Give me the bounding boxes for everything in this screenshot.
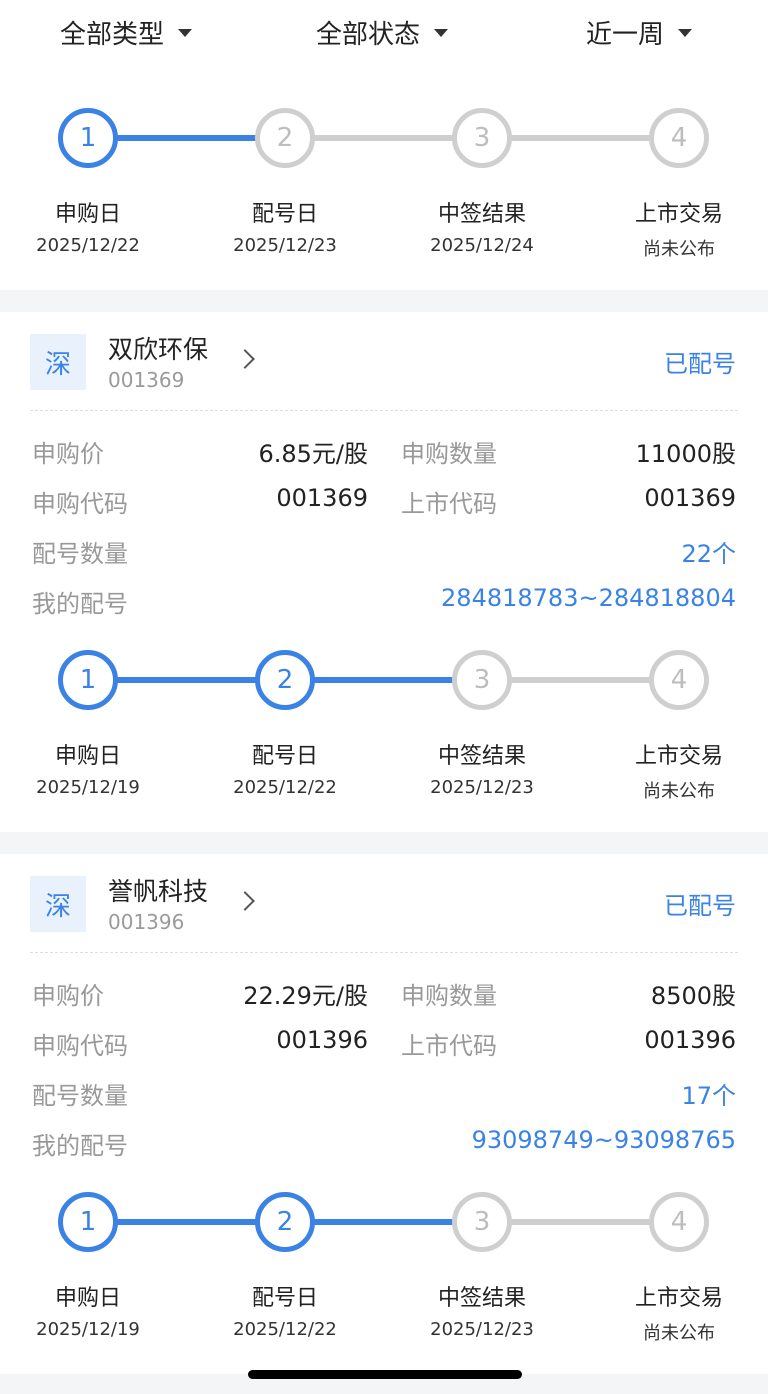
market-badge: 深 [30, 334, 86, 390]
step-3-date: 2025/12/23 [430, 777, 534, 798]
step-1-label: 申购日 [54, 1286, 121, 1311]
step-4-circle: 4 [649, 1192, 709, 1252]
home-indicator[interactable] [248, 1370, 522, 1379]
divider [30, 952, 738, 953]
step-2-date: 2025/12/22 [233, 777, 337, 798]
market-badge: 深 [30, 876, 86, 932]
step-4-date: 尚未公布 [643, 781, 715, 802]
stock-code: 001369 [108, 368, 185, 392]
step-1-label: 申购日 [54, 744, 121, 769]
sub-code-value: 001396 [276, 1026, 368, 1054]
step-2-date: 2025/12/22 [233, 1319, 337, 1340]
step-2-circle: 2 [255, 108, 315, 168]
summary-stepper-section: 1 2 3 4 申购日 配号日 中签结果 上市交易 2025/12/22 202… [0, 72, 768, 290]
step-3-label: 中签结果 [437, 1286, 526, 1311]
sub-code-value: 001369 [276, 484, 368, 512]
status-filter-dropdown[interactable]: 全部状态 [316, 14, 449, 51]
step-2-circle: 2 [255, 650, 315, 710]
step-2-label: 配号日 [251, 744, 318, 769]
step-2-date: 2025/12/23 [233, 235, 337, 256]
step-2-label: 配号日 [251, 1286, 318, 1311]
summary-stepper: 1 2 3 4 申购日 配号日 中签结果 上市交易 2025/12/22 202… [0, 108, 768, 278]
alloc-count-value: 17个 [681, 1082, 736, 1110]
step-2-circle: 2 [255, 1192, 315, 1252]
status-label: 已配号 [664, 892, 736, 920]
step-4-date: 尚未公布 [643, 239, 715, 260]
period-filter-label: 近一周 [586, 20, 665, 50]
type-filter-label: 全部类型 [60, 20, 165, 50]
step-3-date: 2025/12/24 [430, 235, 534, 256]
status-filter-label: 全部状态 [316, 20, 421, 50]
price-label: 申购价 [32, 982, 104, 1010]
step-1-circle: 1 [58, 108, 118, 168]
alloc-count-label: 配号数量 [32, 540, 128, 568]
step-1-date: 2025/12/19 [36, 1319, 140, 1340]
step-4-date: 尚未公布 [643, 1323, 715, 1344]
divider [30, 410, 738, 411]
chevron-right-icon[interactable] [235, 349, 255, 369]
price-label: 申购价 [32, 440, 104, 468]
my-alloc-label: 我的配号 [32, 1132, 128, 1160]
my-alloc-value: 284818783~284818804 [441, 584, 736, 612]
qty-value: 8500股 [650, 982, 736, 1010]
step-2-label: 配号日 [251, 202, 318, 227]
step-3-circle: 3 [452, 1192, 512, 1252]
list-code-value: 001396 [644, 1026, 736, 1054]
period-filter-dropdown[interactable]: 近一周 [586, 14, 693, 51]
caret-down-icon [434, 28, 449, 37]
my-alloc-value: 93098749~93098765 [471, 1126, 736, 1154]
ipo-card[interactable]: 深 誉帆科技 001396 已配号 申购价 22.29元/股 申购数量 8500… [0, 854, 768, 1374]
status-label: 已配号 [664, 350, 736, 378]
list-code-label: 上市代码 [401, 1032, 497, 1060]
chevron-right-icon[interactable] [235, 891, 255, 911]
step-1-circle: 1 [58, 1192, 118, 1252]
type-filter-dropdown[interactable]: 全部类型 [60, 14, 193, 51]
alloc-count-value: 22个 [681, 540, 736, 568]
step-3-circle: 3 [452, 650, 512, 710]
step-1-label: 申购日 [54, 202, 121, 227]
stock-name: 誉帆科技 [108, 877, 209, 906]
qty-value: 11000股 [635, 440, 736, 468]
price-value: 22.29元/股 [243, 982, 368, 1010]
stock-code: 001396 [108, 910, 185, 934]
step-4-label: 上市交易 [634, 202, 723, 227]
filter-bar: 全部类型 全部状态 近一周 [0, 0, 768, 72]
card-header[interactable]: 深 誉帆科技 001396 已配号 [0, 854, 768, 954]
step-3-label: 中签结果 [437, 202, 526, 227]
step-1-date: 2025/12/22 [36, 235, 140, 256]
step-4-label: 上市交易 [634, 1286, 723, 1311]
price-value: 6.85元/股 [258, 440, 368, 468]
step-4-label: 上市交易 [634, 744, 723, 769]
step-1-date: 2025/12/19 [36, 777, 140, 798]
caret-down-icon [678, 28, 693, 37]
card-header[interactable]: 深 双欣环保 001369 已配号 [0, 312, 768, 412]
qty-label: 申购数量 [401, 440, 497, 468]
step-3-label: 中签结果 [437, 744, 526, 769]
my-alloc-label: 我的配号 [32, 590, 128, 618]
ipo-stepper: 1 2 3 4 申购日 配号日 中签结果 上市交易 2025/12/19 202… [0, 650, 768, 820]
ipo-card[interactable]: 深 双欣环保 001369 已配号 申购价 6.85元/股 申购数量 11000… [0, 312, 768, 832]
alloc-count-label: 配号数量 [32, 1082, 128, 1110]
list-code-value: 001369 [644, 484, 736, 512]
ipo-stepper: 1 2 3 4 申购日 配号日 中签结果 上市交易 2025/12/19 202… [0, 1192, 768, 1362]
step-4-circle: 4 [649, 108, 709, 168]
step-1-circle: 1 [58, 650, 118, 710]
step-4-circle: 4 [649, 650, 709, 710]
stock-name: 双欣环保 [108, 335, 209, 364]
list-code-label: 上市代码 [401, 490, 497, 518]
qty-label: 申购数量 [401, 982, 497, 1010]
sub-code-label: 申购代码 [32, 490, 128, 518]
sub-code-label: 申购代码 [32, 1032, 128, 1060]
caret-down-icon [178, 28, 193, 37]
step-3-date: 2025/12/23 [430, 1319, 534, 1340]
step-3-circle: 3 [452, 108, 512, 168]
